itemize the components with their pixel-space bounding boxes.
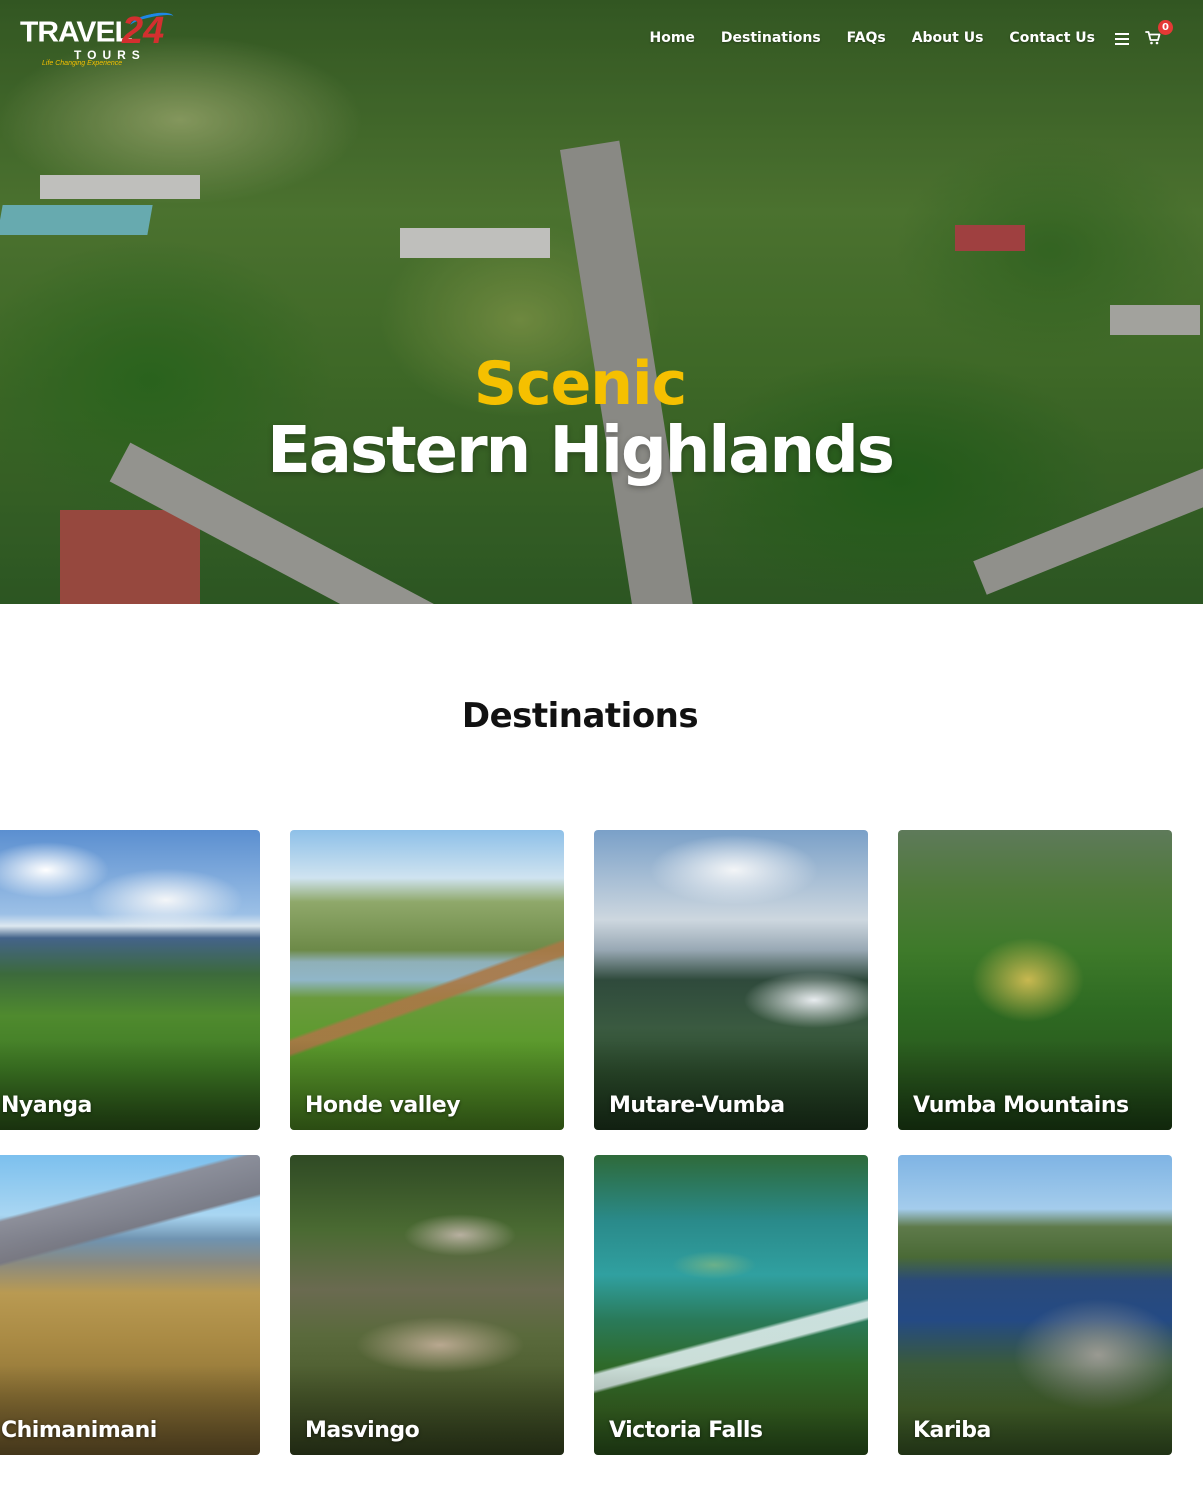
hero-overlay xyxy=(0,0,1203,604)
destination-card-nyanga[interactable]: Nyanga xyxy=(0,830,260,1130)
site-logo[interactable]: TRAVEL 24 TOURS Life Changing Experience xyxy=(18,9,188,68)
destination-label: Honde valley xyxy=(305,1093,461,1118)
logo-tagline: Life Changing Experience xyxy=(42,60,123,67)
shopping-cart-icon[interactable]: 0 xyxy=(1145,20,1173,48)
hero-heading: Scenic Eastern Highlands xyxy=(0,350,1160,484)
destination-label: Victoria Falls xyxy=(609,1418,763,1443)
logo-main-text: TRAVEL xyxy=(20,16,133,49)
nav-home[interactable]: Home xyxy=(649,30,694,46)
destination-card-victoria-falls[interactable]: Victoria Falls xyxy=(594,1155,868,1455)
destination-card-mutare-vumba[interactable]: Mutare-Vumba xyxy=(594,830,868,1130)
hero-banner: Scenic Eastern Highlands xyxy=(0,0,1203,604)
hamburger-menu-icon[interactable] xyxy=(1115,30,1133,46)
main-navigation: Home Destinations FAQs About Us Contact … xyxy=(649,20,1173,48)
destination-card-chimanimani[interactable]: Chimanimani xyxy=(0,1155,260,1455)
hero-subtitle: Scenic xyxy=(473,349,687,419)
destination-label: Mutare-Vumba xyxy=(609,1093,785,1118)
destination-card-honde-valley[interactable]: Honde valley xyxy=(290,830,564,1130)
hero-title: Eastern Highlands xyxy=(267,414,895,488)
destination-label: Vumba Mountains xyxy=(913,1093,1129,1118)
logo-number-text: 24 xyxy=(122,10,165,52)
destination-label: Kariba xyxy=(913,1418,991,1443)
nav-destinations[interactable]: Destinations xyxy=(721,30,821,46)
destination-card-masvingo[interactable]: Masvingo xyxy=(290,1155,564,1455)
destination-card-vumba-mountains[interactable]: Vumba Mountains xyxy=(898,830,1172,1130)
destination-card-kariba[interactable]: Kariba xyxy=(898,1155,1172,1455)
destination-label: Chimanimani xyxy=(1,1418,157,1443)
destination-label: Masvingo xyxy=(305,1418,420,1443)
destination-label: Nyanga xyxy=(1,1093,92,1118)
nav-faqs[interactable]: FAQs xyxy=(847,30,886,46)
nav-about-us[interactable]: About Us xyxy=(912,30,984,46)
nav-contact-us[interactable]: Contact Us xyxy=(1009,30,1095,46)
destinations-grid: Nyanga Honde valley Mutare-Vumba Vumba M… xyxy=(0,830,1203,1470)
destinations-heading: Destinations xyxy=(461,696,699,736)
cart-count-badge: 0 xyxy=(1158,20,1173,35)
